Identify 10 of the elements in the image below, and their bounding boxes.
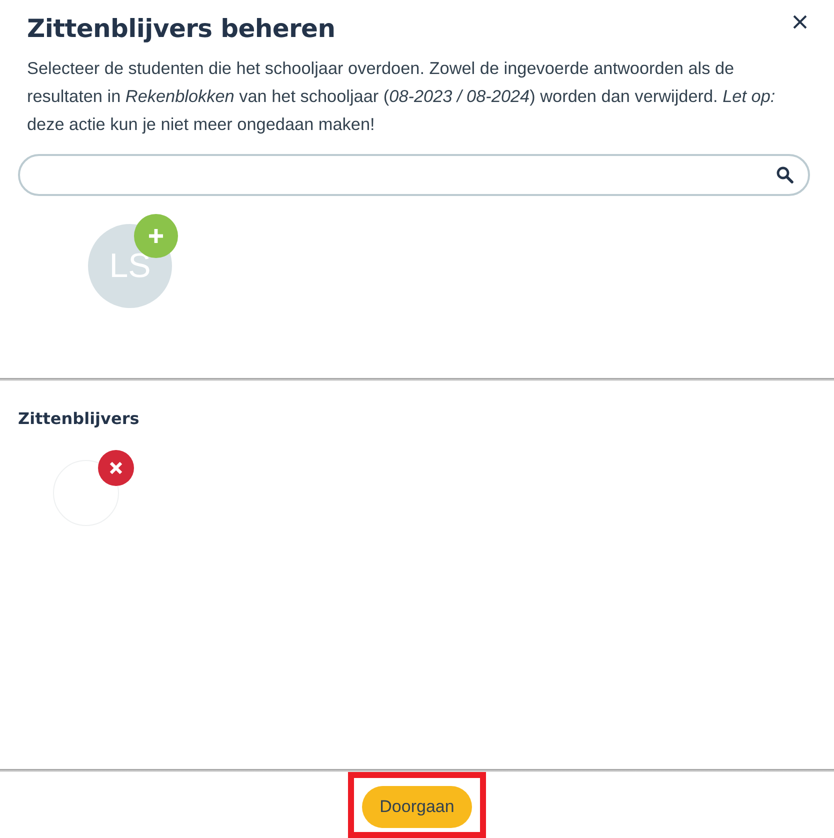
continue-button[interactable]: Doorgaan — [362, 786, 472, 828]
search-icon[interactable] — [776, 166, 794, 184]
remove-button[interactable] — [98, 450, 134, 486]
search-field[interactable] — [18, 154, 810, 196]
dialog-title: Zittenblijvers beheren — [27, 14, 336, 44]
plus-icon — [147, 227, 165, 245]
close-icon — [109, 461, 123, 476]
description: Selecteer de studenten die het schooljaar overdoen. Zowel de ingevoerde antwoorden als de resultaten in Rekenblokken van het schooljaar (08-2023 / 08-2024) worden dan verwijderd. Let op: deze actie kun je niet meer ongedaan maken! — [27, 57, 776, 136]
section-heading: Zittenblijvers — [18, 409, 140, 428]
close-icon[interactable] — [792, 14, 808, 30]
